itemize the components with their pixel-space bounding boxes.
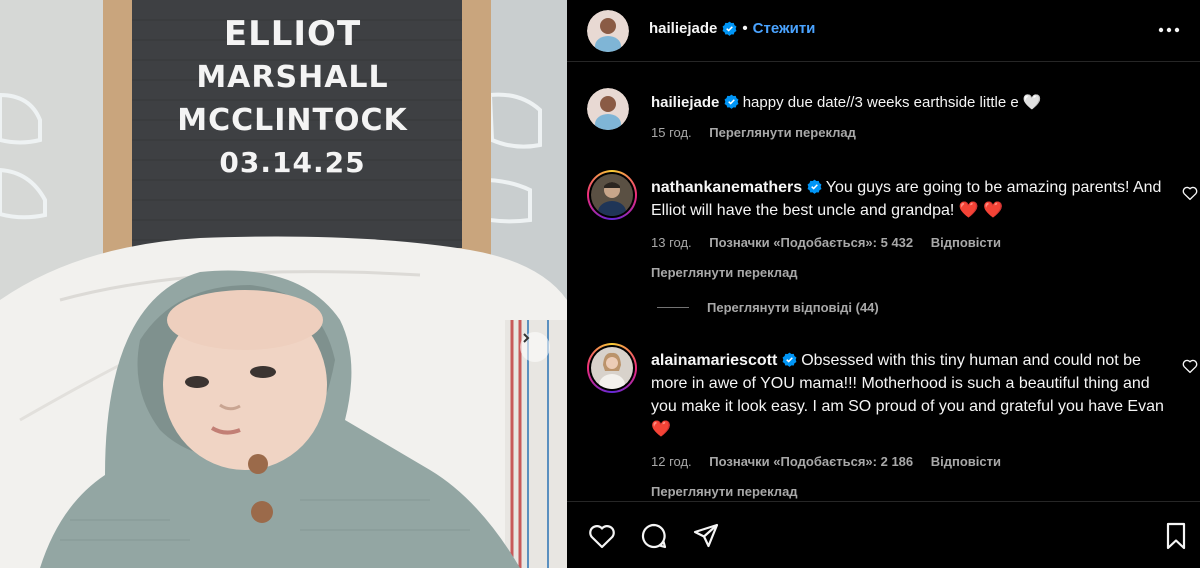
heart-icon[interactable]: [1181, 357, 1199, 375]
caption-body: hailiejade happy due date//3 weeks earth…: [651, 92, 1171, 143]
verified-badge-icon: [724, 94, 738, 109]
avatar: [591, 347, 633, 389]
comment-icon[interactable]: [639, 521, 669, 551]
comment-emoji: ❤️: [651, 421, 671, 438]
avatar-image: [591, 174, 633, 216]
comment-emoji: ❤️ ❤️: [958, 202, 1004, 219]
story-ring[interactable]: [587, 170, 637, 220]
board-line-3: MCCLINTOCK: [177, 103, 408, 138]
verified-badge-icon: [722, 21, 737, 36]
reply-button[interactable]: Відповісти: [931, 235, 1001, 250]
heart-icon[interactable]: [1181, 184, 1199, 202]
avatar[interactable]: [587, 10, 629, 52]
comment-text-line: alainamariescott Obsessed with this tiny…: [651, 349, 1171, 441]
board-line-4: 03.14.25: [219, 146, 366, 179]
comment-meta: 13 год. Позначки «Подобається»: 5 432 Ві…: [651, 231, 1171, 254]
next-image-button[interactable]: [520, 332, 550, 362]
caption-text-line: hailiejade happy due date//3 weeks earth…: [651, 92, 1171, 113]
board-line-1: ELLIOT: [223, 14, 362, 54]
view-replies-button[interactable]: Переглянути відповіді (44): [657, 300, 879, 315]
comment-username[interactable]: alainamariescott: [651, 352, 777, 369]
comment-time[interactable]: 12 год.: [651, 454, 692, 469]
comment-username[interactable]: nathankanemathers: [651, 179, 802, 196]
comment-likes[interactable]: Позначки «Подобається»: 2 186: [709, 454, 913, 469]
comment-translate-link[interactable]: Переглянути переклад: [651, 261, 1171, 284]
avatar: [591, 174, 633, 216]
chevron-right-icon: [523, 333, 530, 343]
comment-body: nathankanemathers You guys are going to …: [651, 176, 1171, 284]
follow-button[interactable]: Стежити: [753, 20, 816, 37]
post-photo[interactable]: ELLIOT MARSHALL MCCLINTOCK 03.14.25: [0, 0, 567, 568]
header-separator: •: [742, 20, 748, 37]
avatar-image: [591, 347, 633, 389]
header-user-row: hailiejade • Стежити: [649, 20, 815, 37]
story-ring[interactable]: [587, 343, 637, 393]
caption-avatar[interactable]: [587, 88, 629, 130]
reply-button[interactable]: Відповісти: [931, 454, 1001, 469]
post-details-panel: hailiejade • Стежити hailiejade happy du…: [567, 0, 1200, 568]
comment-time[interactable]: 13 год.: [651, 235, 692, 250]
caption-emoji: 🤍: [1022, 94, 1042, 111]
more-horizontal-icon[interactable]: [1156, 18, 1182, 42]
post-action-bar: [567, 501, 1200, 568]
avatar-image: [587, 88, 629, 130]
verified-badge-icon: [782, 352, 797, 367]
share-icon[interactable]: [691, 521, 721, 551]
post-header: hailiejade • Стежити: [567, 0, 1200, 62]
replies-divider: [657, 307, 689, 308]
save-icon[interactable]: [1161, 521, 1191, 551]
caption-text: happy due date//3 weeks earthside little…: [742, 94, 1019, 111]
header-username[interactable]: hailiejade: [649, 20, 717, 37]
caption-translate-link[interactable]: Переглянути переклад: [709, 125, 856, 140]
board-line-2: MARSHALL: [196, 60, 389, 95]
comment-body: alainamariescott Obsessed with this tiny…: [651, 349, 1171, 503]
view-replies-label: Переглянути відповіді (44): [707, 300, 879, 315]
comment-translate-link[interactable]: Переглянути переклад: [651, 480, 1171, 503]
comment-likes[interactable]: Позначки «Подобається»: 5 432: [709, 235, 913, 250]
heart-icon[interactable]: [587, 521, 617, 551]
comment-meta: 12 год. Позначки «Подобається»: 2 186 Ві…: [651, 450, 1171, 473]
avatar-image: [587, 10, 629, 52]
caption-username[interactable]: hailiejade: [651, 94, 719, 111]
verified-badge-icon: [807, 179, 822, 194]
comment-text-line: nathankanemathers You guys are going to …: [651, 176, 1171, 222]
caption-time[interactable]: 15 год.: [651, 125, 692, 140]
caption-meta: 15 год. Переглянути переклад: [651, 122, 1171, 143]
